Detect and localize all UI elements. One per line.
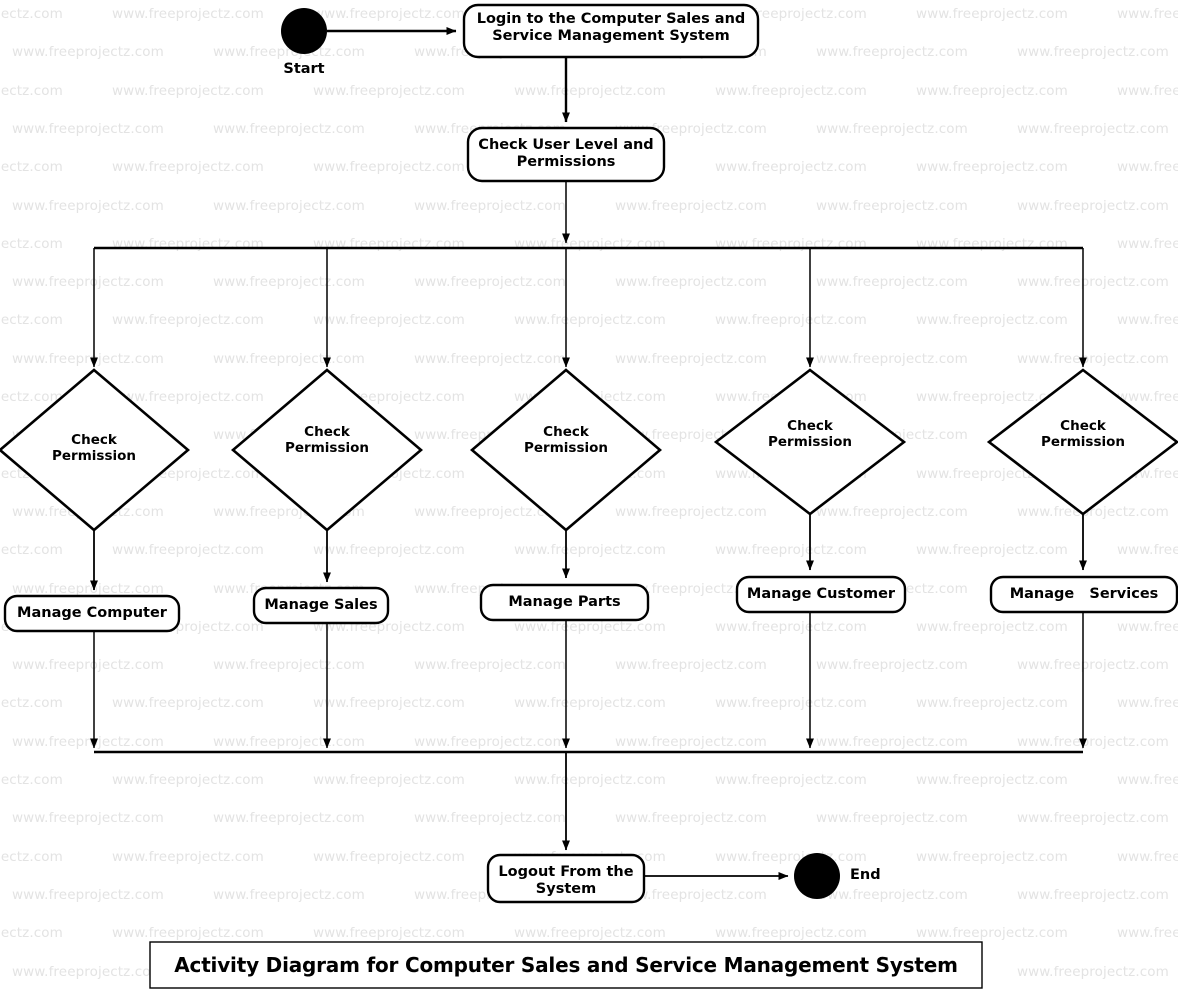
end-node-circle <box>794 853 840 899</box>
decision-diamond-services <box>986 368 1178 516</box>
decision-diamond-computer <box>0 368 191 532</box>
decision-diamond-sales <box>230 368 424 532</box>
diagram-vector-layer <box>0 3 1178 989</box>
manage-sales-shape <box>252 586 390 625</box>
decision-diamond-customer <box>713 368 907 516</box>
start-node-circle <box>281 8 327 54</box>
activity-diagram-canvas: www.freeprojectz.comwww.freeprojectz.com… <box>0 0 1178 994</box>
caption-box <box>149 941 983 989</box>
manage-customer-shape <box>735 575 907 614</box>
decision-diamond-parts <box>469 368 663 532</box>
check-user-activity-shape <box>466 126 666 183</box>
manage-services-shape <box>989 575 1178 614</box>
manage-computer-shape <box>3 594 181 633</box>
login-activity-shape <box>462 3 760 59</box>
logout-activity-shape <box>486 853 646 904</box>
manage-parts-shape <box>479 583 650 622</box>
